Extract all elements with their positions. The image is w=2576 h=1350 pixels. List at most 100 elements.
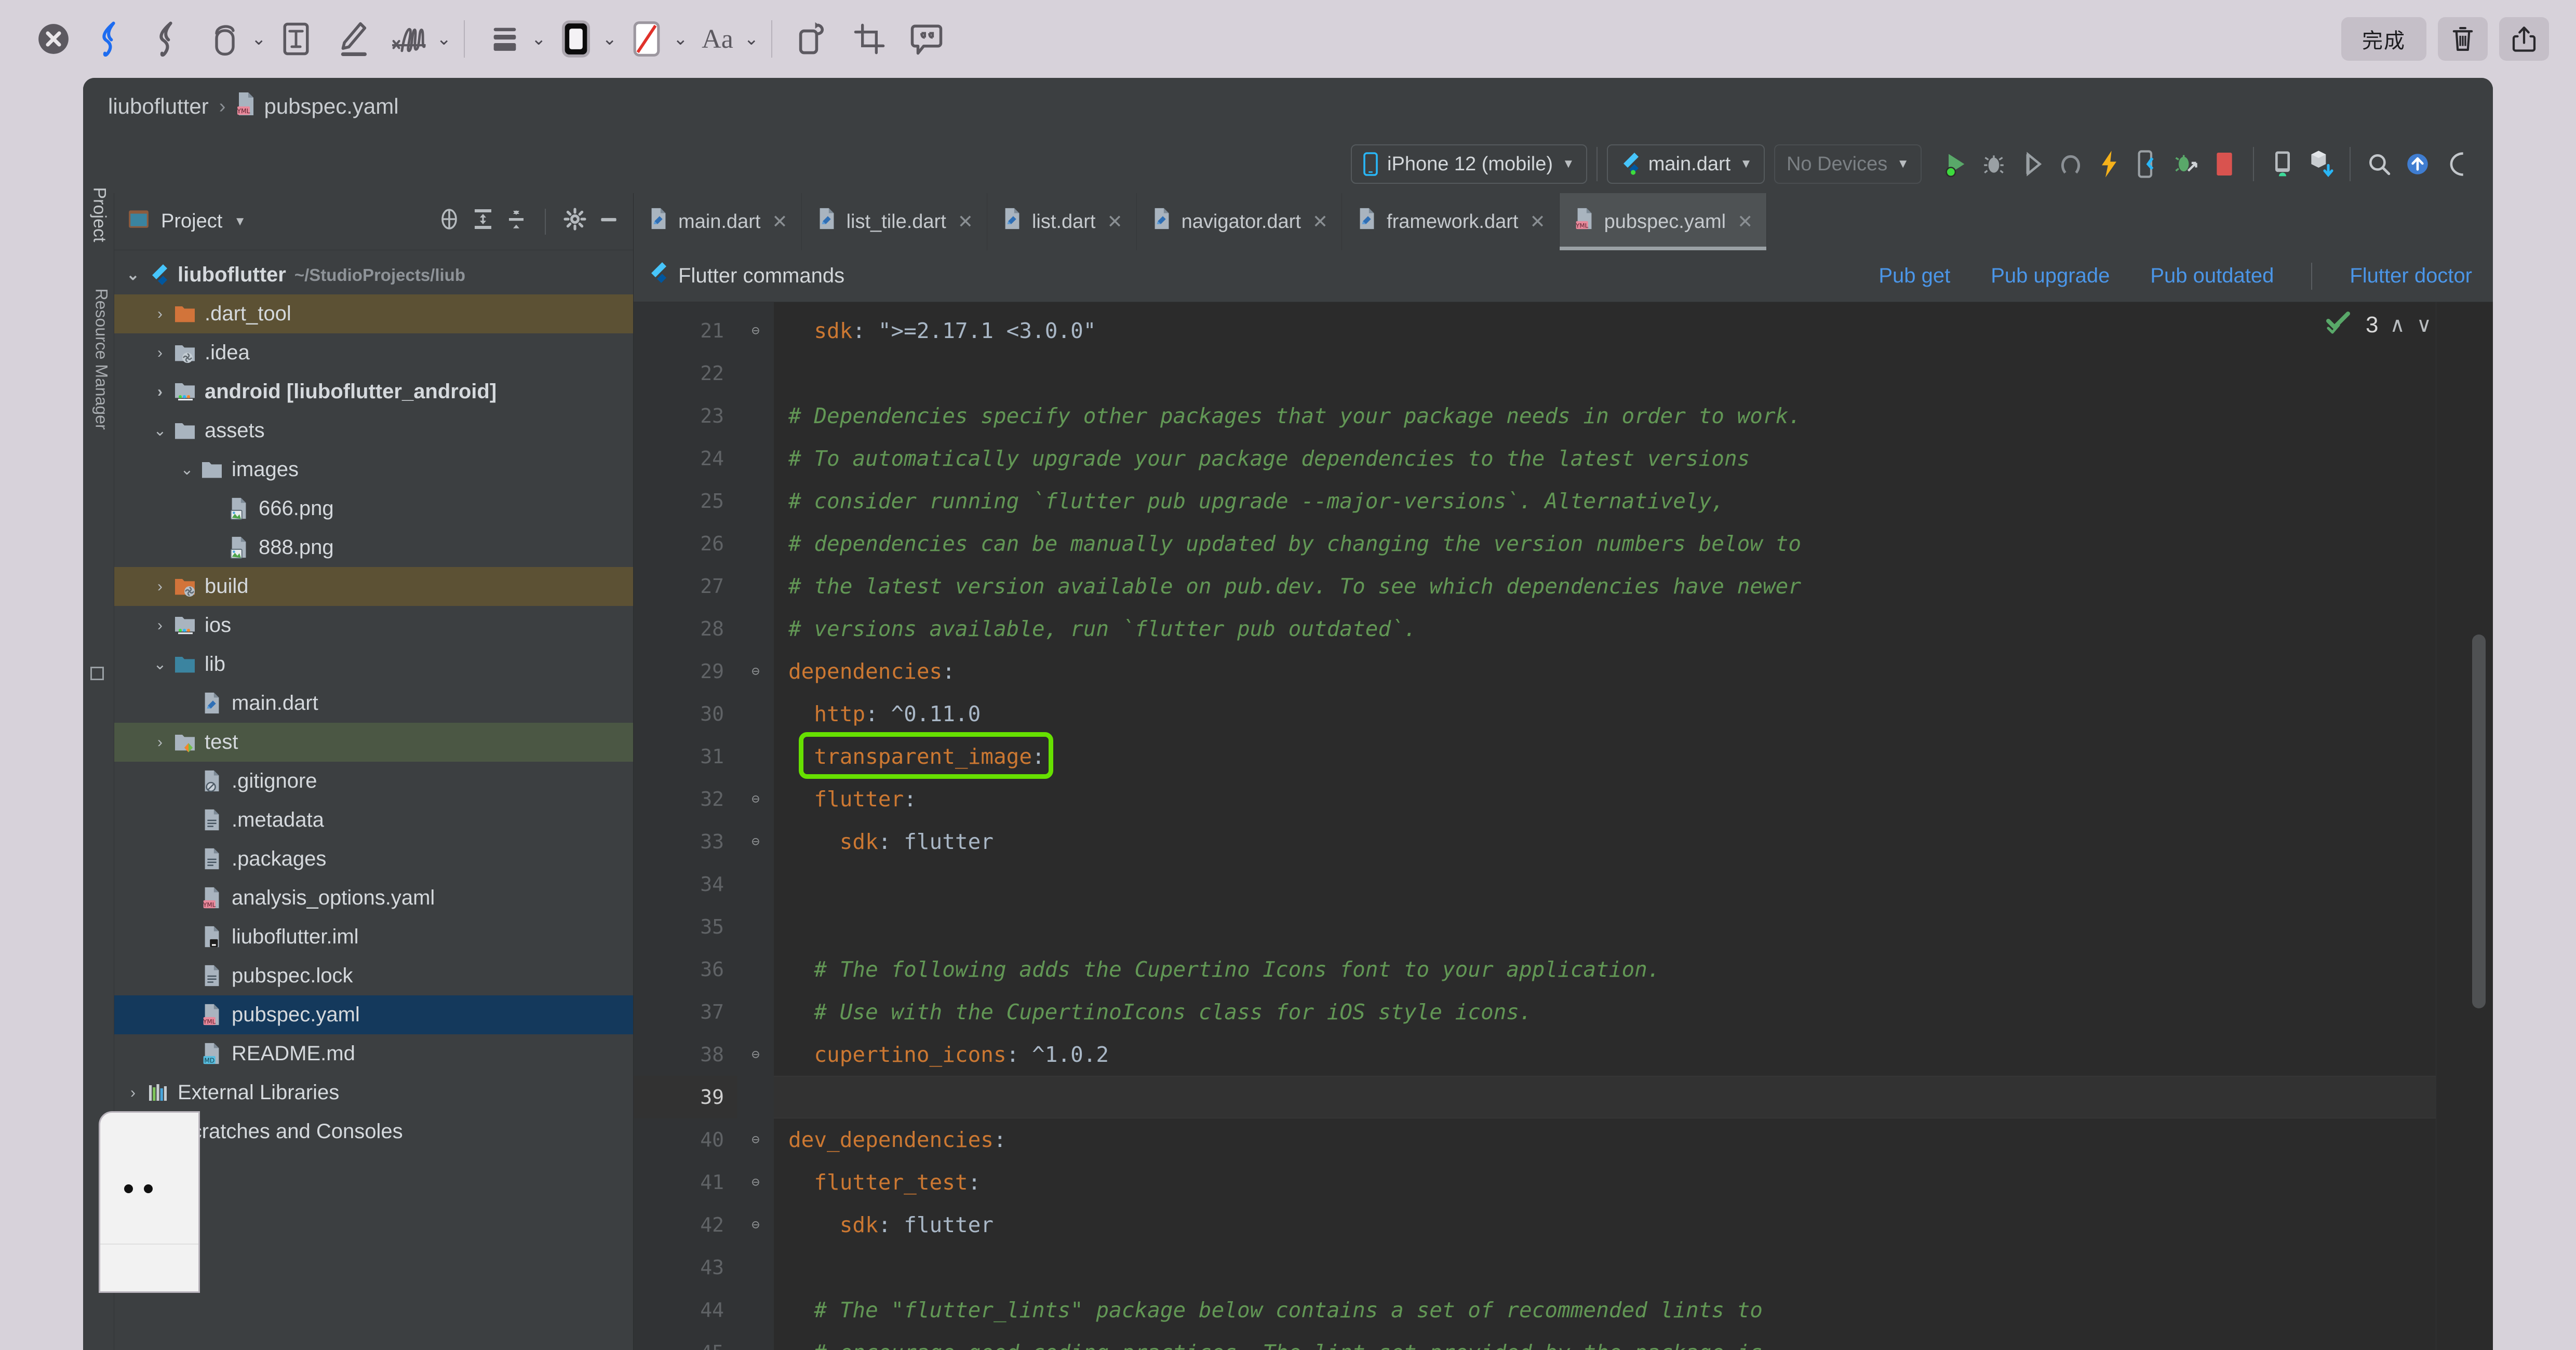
tree-item-lib[interactable]: ⌄ lib [114,645,633,684]
chevron-down-icon[interactable]: ⌄ [602,30,618,48]
run-with-coverage-button[interactable] [2013,145,2051,183]
fold-toggle-icon[interactable]: ⊖ [737,820,774,863]
next-problem-button[interactable]: ∨ [2417,313,2432,337]
editor-tab-framework-dart[interactable]: framework.dart ✕ [1342,193,1560,250]
flutter-inspector-button[interactable] [2167,145,2205,183]
tree-item-images[interactable]: ⌄ images [114,450,633,489]
delete-button[interactable] [2438,17,2488,61]
chevron-down-icon[interactable]: ▼ [234,214,246,229]
tree-item-analysis-options-yaml[interactable]: ›YMLanalysis_options.yaml [114,879,633,917]
update-project-button[interactable] [2398,145,2437,183]
pub-get-button[interactable] [2302,145,2340,183]
editor-tab-main-dart[interactable]: main.dart ✕ [634,193,802,250]
stop-button[interactable] [2205,145,2244,183]
more-actions-button[interactable] [2437,145,2475,183]
chevron-down-icon[interactable]: ⌄ [119,266,146,284]
flutter-doctor-link[interactable]: Flutter doctor [2350,264,2472,288]
fold-toggle-icon[interactable]: ⊖ [737,309,774,352]
profile-button[interactable] [2051,145,2090,183]
tree-item-main-dart[interactable]: ›main.dart [114,684,633,723]
editor-tab-list-dart[interactable]: list.dart ✕ [987,193,1137,250]
signature-icon[interactable] [382,10,439,68]
share-button[interactable] [2499,17,2549,61]
chevron-down-icon[interactable]: ⌄ [146,655,173,673]
breadcrumb-file[interactable]: YML pubspec.yaml [236,91,399,122]
tree-item-external-libraries[interactable]: › External Libraries [114,1073,633,1112]
screenshot-thumbnail[interactable] [99,1111,200,1293]
close-icon[interactable]: ✕ [958,211,973,233]
device-selector[interactable]: iPhone 12 (mobile) ▼ [1351,144,1587,184]
collapse-all-button[interactable] [505,208,527,236]
tree-item-test[interactable]: › test [114,723,633,762]
border-color-icon[interactable] [547,10,605,68]
chevron-right-icon[interactable]: › [146,344,173,362]
code-folding-gutter[interactable]: ⊖ ⊖ ⊖ ⊖ ⊖ ⊖ ⊖ ⊖ [737,302,774,1350]
locate-file-button[interactable] [438,208,461,236]
rotate-icon[interactable] [784,10,841,68]
editor-scrollbar[interactable] [2472,634,2486,1008]
tree-item-readme-md[interactable]: ›MDREADME.md [114,1034,633,1073]
sketch-icon[interactable] [82,10,139,68]
close-icon[interactable]: ✕ [1530,211,1545,233]
chevron-down-icon[interactable]: ⌄ [673,30,688,48]
chevron-down-icon[interactable]: ⌄ [251,30,266,48]
fold-toggle-icon[interactable]: ⊖ [737,1204,774,1246]
tool-window-button-resource-manager[interactable]: Resource Manager [92,289,111,460]
editor-tab-list-tile-dart[interactable]: list_tile.dart ✕ [802,193,987,250]
editor-tab-pubspec-yaml[interactable]: YML pubspec.yaml ✕ [1559,193,1767,250]
tree-item-888-png[interactable]: ›888.png [114,528,633,567]
chevron-down-icon[interactable]: ⌄ [146,422,173,440]
chevron-right-icon[interactable]: › [146,578,173,596]
tree-item-ios[interactable]: › ios [114,606,633,645]
chevron-down-icon[interactable]: ⌄ [173,461,200,479]
breadcrumb-project[interactable]: liuboflutter [108,94,209,119]
expand-all-button[interactable] [472,208,494,236]
debug-button[interactable] [1975,145,2013,183]
tree-item-android-liuboflutter-android[interactable]: › android [liuboflutter_android] [114,372,633,411]
chevron-down-icon[interactable]: ⌄ [744,30,759,48]
device-manager-button[interactable] [2263,145,2302,183]
previous-problem-button[interactable]: ∧ [2390,313,2405,337]
open-devtools-button[interactable] [2128,145,2167,183]
pub-outdated-link[interactable]: Pub outdated [2150,264,2274,288]
inspection-widget[interactable]: 3 ∧ ∨ [2325,309,2432,340]
tree-item-liuboflutter-iml[interactable]: ›liuboflutter.iml [114,917,633,956]
close-icon[interactable]: ✕ [1737,211,1753,233]
editor-tab-navigator-dart[interactable]: navigator.dart ✕ [1137,193,1343,250]
draw-icon[interactable] [139,10,196,68]
chevron-right-icon[interactable]: › [146,617,173,634]
close-icon[interactable] [25,10,82,68]
close-icon[interactable]: ✕ [772,211,787,233]
chevron-right-icon[interactable]: › [119,1084,146,1102]
chevron-right-icon[interactable]: › [146,734,173,751]
chevron-right-icon[interactable]: › [146,305,173,323]
chevron-right-icon[interactable]: › [146,383,173,401]
close-icon[interactable]: ✕ [1312,211,1328,233]
shapes-icon[interactable] [196,10,253,68]
tree-item-assets[interactable]: ⌄ assets [114,411,633,450]
close-icon[interactable]: ✕ [1107,211,1122,233]
hot-reload-button[interactable] [2090,145,2128,183]
fill-color-icon[interactable] [618,10,675,68]
fold-toggle-icon[interactable]: ⊖ [737,1118,774,1161]
done-button[interactable]: 完成 [2341,17,2426,61]
code-editor[interactable]: 21 22 23 24 25 26 27 28 29 30 31 32 33 34 35 36 37 38 39 40… [634,302,2493,1350]
tree-item-idea[interactable]: › .idea [114,333,633,372]
tree-item-build[interactable]: › build [114,567,633,606]
tree-item-dart-tool[interactable]: › .dart_tool [114,294,633,333]
tree-item-666-png[interactable]: ›666.png [114,489,633,528]
fold-toggle-icon[interactable]: ⊖ [737,1161,774,1204]
highlight-icon[interactable] [325,10,382,68]
tree-item-metadata[interactable]: ›.metadata [114,801,633,840]
run-button[interactable] [1936,145,1975,183]
fold-toggle-icon[interactable]: ⊖ [737,650,774,693]
text-style-icon[interactable]: Aa [689,10,746,68]
pub-get-link[interactable]: Pub get [1879,264,1950,288]
hide-panel-button[interactable] [598,208,620,235]
tree-item-liuboflutter[interactable]: ⌄ liuboflutter ~/StudioProjects/liub [114,255,633,294]
annotate-icon[interactable] [898,10,955,68]
pub-upgrade-link[interactable]: Pub upgrade [1991,264,2110,288]
gear-icon[interactable] [564,207,586,236]
chevron-down-icon[interactable]: ⌄ [531,30,546,48]
run-configuration-selector[interactable]: main.dart ▼ [1606,144,1765,184]
